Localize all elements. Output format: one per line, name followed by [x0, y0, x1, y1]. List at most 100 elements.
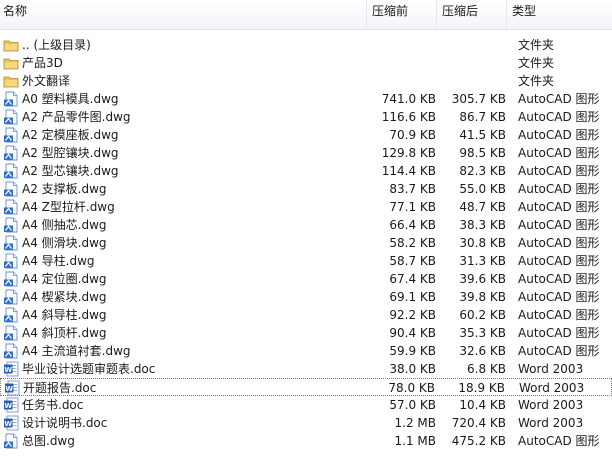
file-row[interactable]: A2 支撑板.dwg 83.7 KB 55.0 KB AutoCAD 图形 — [0, 180, 612, 198]
dwg-file-icon — [3, 127, 19, 143]
original-size: 78.0 KB — [388, 381, 435, 395]
file-row[interactable]: 总图.dwg 1.1 MB 475.2 KB AutoCAD 图形 — [0, 432, 612, 450]
file-name: A4 斜导柱.dwg — [22, 308, 107, 322]
file-type: AutoCAD 图形 — [518, 344, 600, 358]
file-row[interactable]: A4 Z型拉杆.dwg 77.1 KB 48.7 KB AutoCAD 图形 — [0, 198, 612, 216]
file-name: A2 型芯镶块.dwg — [22, 164, 119, 178]
column-divider[interactable] — [506, 0, 507, 29]
original-size: 66.4 KB — [389, 218, 436, 232]
column-header-type[interactable]: 类型 — [512, 0, 536, 29]
original-size: 57.0 KB — [389, 398, 436, 412]
file-name: 开题报告.doc — [23, 381, 97, 395]
compressed-size: 32.6 KB — [459, 344, 506, 358]
compressed-size: 48.7 KB — [459, 200, 506, 214]
file-row[interactable]: A4 导柱.dwg 58.7 KB 31.3 KB AutoCAD 图形 — [0, 252, 612, 270]
file-name: A2 定模座板.dwg — [22, 128, 119, 142]
file-row[interactable]: A4 斜导柱.dwg 92.2 KB 60.2 KB AutoCAD 图形 — [0, 306, 612, 324]
file-type: Word 2003 — [518, 416, 584, 430]
original-size: 58.7 KB — [389, 254, 436, 268]
original-size: 59.9 KB — [389, 344, 436, 358]
compressed-size: 38.3 KB — [459, 218, 506, 232]
word-doc-icon: W — [3, 361, 19, 377]
file-type: AutoCAD 图形 — [518, 254, 600, 268]
folder-row[interactable]: .. (上级目录) 文件夹 — [0, 36, 612, 54]
file-name: A2 型腔镶块.dwg — [22, 146, 119, 160]
original-size: 114.4 KB — [381, 164, 436, 178]
file-name: A4 定位圈.dwg — [22, 272, 107, 286]
svg-text:W: W — [5, 385, 13, 393]
file-row[interactable]: A2 型芯镶块.dwg 114.4 KB 82.3 KB AutoCAD 图形 — [0, 162, 612, 180]
file-row[interactable]: W 开题报告.doc 78.0 KB 18.9 KB Word 2003 — [0, 378, 612, 396]
file-type: AutoCAD 图形 — [518, 182, 600, 196]
dwg-file-icon — [3, 91, 19, 107]
file-row[interactable]: A4 楔紧块.dwg 69.1 KB 39.8 KB AutoCAD 图形 — [0, 288, 612, 306]
compressed-size: 30.8 KB — [459, 236, 506, 250]
compressed-size: 82.3 KB — [459, 164, 506, 178]
file-row[interactable]: A2 型腔镶块.dwg 129.8 KB 98.5 KB AutoCAD 图形 — [0, 144, 612, 162]
original-size: 38.0 KB — [389, 362, 436, 376]
file-name: A4 斜顶杆.dwg — [22, 326, 107, 340]
file-name: 任务书.doc — [22, 398, 84, 412]
original-size: 70.9 KB — [389, 128, 436, 142]
word-doc-icon: W — [3, 415, 19, 431]
file-row[interactable]: W 毕业设计选题审题表.doc 38.0 KB 6.8 KB Word 2003 — [0, 360, 612, 378]
dwg-file-icon — [3, 217, 19, 233]
file-name: A0 塑料模具.dwg — [22, 92, 119, 106]
file-row[interactable]: A4 侧抽芯.dwg 66.4 KB 38.3 KB AutoCAD 图形 — [0, 216, 612, 234]
file-row[interactable]: W 任务书.doc 57.0 KB 10.4 KB Word 2003 — [0, 396, 612, 414]
dwg-file-icon — [3, 109, 19, 125]
file-name: 毕业设计选题审题表.doc — [22, 362, 156, 376]
word-doc-icon: W — [4, 380, 20, 396]
original-size: 69.1 KB — [389, 290, 436, 304]
column-divider[interactable] — [366, 0, 367, 29]
compressed-size: 86.7 KB — [459, 110, 506, 124]
file-row[interactable]: A4 侧滑块.dwg 58.2 KB 30.8 KB AutoCAD 图形 — [0, 234, 612, 252]
folder-row[interactable]: 产品3D 文件夹 — [0, 54, 612, 72]
file-row[interactable]: A2 定模座板.dwg 70.9 KB 41.5 KB AutoCAD 图形 — [0, 126, 612, 144]
file-row[interactable]: A4 定位圈.dwg 67.4 KB 39.6 KB AutoCAD 图形 — [0, 270, 612, 288]
original-size: 67.4 KB — [389, 272, 436, 286]
file-row[interactable]: A0 塑料模具.dwg 741.0 KB 305.7 KB AutoCAD 图形 — [0, 90, 612, 108]
dwg-file-icon — [3, 325, 19, 341]
original-size: 1.2 MB — [394, 416, 436, 430]
compressed-size: 6.8 KB — [467, 362, 506, 376]
folder-icon — [3, 73, 19, 89]
original-size: 90.4 KB — [389, 326, 436, 340]
file-row[interactable]: W 设计说明书.doc 1.2 MB 720.4 KB Word 2003 — [0, 414, 612, 432]
original-size: 77.1 KB — [389, 200, 436, 214]
dwg-file-icon — [3, 253, 19, 269]
file-row[interactable]: A2 产品零件图.dwg 116.6 KB 86.7 KB AutoCAD 图形 — [0, 108, 612, 126]
compressed-size: 39.8 KB — [459, 290, 506, 304]
file-type: AutoCAD 图形 — [518, 164, 600, 178]
folder-row[interactable]: 外文翻译 文件夹 — [0, 72, 612, 90]
original-size: 58.2 KB — [389, 236, 436, 250]
dwg-file-icon — [3, 271, 19, 287]
file-name: 产品3D — [22, 56, 63, 70]
original-size: 92.2 KB — [389, 308, 436, 322]
dwg-file-icon — [3, 343, 19, 359]
file-type: 文件夹 — [518, 74, 555, 88]
file-row[interactable]: A4 斜顶杆.dwg 90.4 KB 35.3 KB AutoCAD 图形 — [0, 324, 612, 342]
column-header-name[interactable]: 名称 — [3, 0, 27, 29]
file-name: A4 Z型拉杆.dwg — [22, 200, 115, 214]
column-header: 名称 压缩前 压缩后 类型 — [0, 0, 612, 30]
column-header-compressed-size[interactable]: 压缩后 — [442, 0, 478, 29]
column-header-original-size[interactable]: 压缩前 — [372, 0, 408, 29]
dwg-file-icon — [3, 199, 19, 215]
file-type: AutoCAD 图形 — [518, 200, 600, 214]
compressed-size: 60.2 KB — [459, 308, 506, 322]
original-size: 1.1 MB — [394, 434, 436, 448]
file-type: 文件夹 — [518, 38, 555, 52]
column-divider[interactable] — [436, 0, 437, 29]
compressed-size: 31.3 KB — [459, 254, 506, 268]
file-name: A4 主流道衬套.dwg — [22, 344, 131, 358]
file-name: A4 导柱.dwg — [22, 254, 95, 268]
file-name: 总图.dwg — [22, 434, 75, 448]
file-name: A2 产品零件图.dwg — [22, 110, 131, 124]
compressed-size: 10.4 KB — [459, 398, 506, 412]
compressed-size: 98.5 KB — [459, 146, 506, 160]
compressed-size: 39.6 KB — [459, 272, 506, 286]
dwg-file-icon — [3, 433, 19, 449]
file-type: Word 2003 — [518, 398, 584, 412]
file-row[interactable]: A4 主流道衬套.dwg 59.9 KB 32.6 KB AutoCAD 图形 — [0, 342, 612, 360]
